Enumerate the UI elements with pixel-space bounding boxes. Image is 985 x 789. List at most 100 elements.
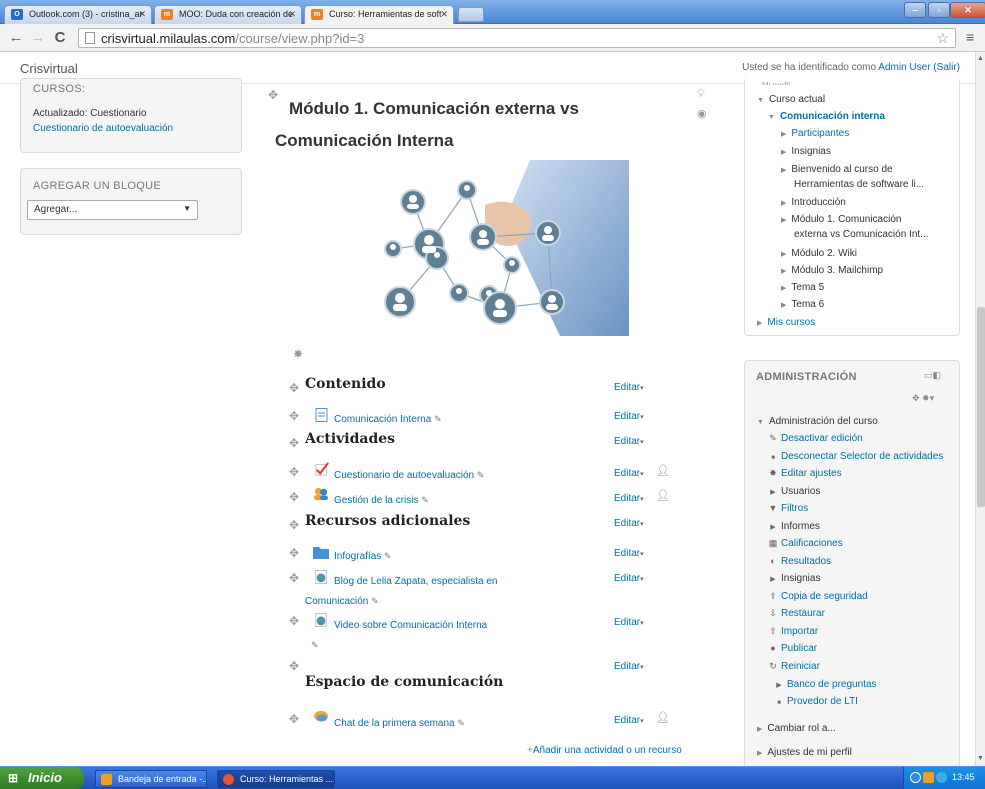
edit-menu[interactable]: Editar▾: [614, 493, 644, 504]
tab-close-icon[interactable]: ✕: [440, 9, 448, 20]
reload-icon[interactable]: C: [52, 29, 68, 46]
admin-importar[interactable]: ⇧ Importar: [768, 625, 818, 638]
block-actions-icon[interactable]: ✥ ✸▾: [912, 393, 934, 404]
browser-menu-icon[interactable]: ≡: [966, 29, 974, 45]
dock-icon[interactable]: ▭◧: [924, 370, 941, 381]
nav-modulo1-line2[interactable]: externa vs Comunicación Int...: [794, 228, 929, 241]
site-name[interactable]: Crisvirtual: [20, 61, 78, 76]
edit-menu[interactable]: Editar▾: [614, 518, 644, 529]
scroll-down-icon[interactable]: ▼: [977, 755, 984, 762]
eye-icon[interactable]: ◉: [697, 107, 707, 120]
activity-cuestionario[interactable]: Cuestionario de autoevaluación ✎: [334, 470, 484, 481]
address-bar[interactable]: crisvirtual.milaulas.com/course/view.php…: [78, 28, 956, 48]
minimize-button[interactable]: –: [904, 2, 926, 18]
person-icon[interactable]: 👤︎: [656, 489, 670, 502]
logout-link[interactable]: (Salir): [933, 62, 960, 73]
admin-ajustes-perfil[interactable]: ▶ Ajustes de mi perfil: [757, 746, 852, 760]
admin-informes[interactable]: ▶ Informes: [768, 520, 820, 534]
close-window-button[interactable]: ✕: [950, 2, 985, 18]
tab-close-icon[interactable]: ✕: [288, 9, 296, 20]
nav-mis-cursos[interactable]: ▶ Mis cursos: [757, 316, 815, 330]
nav-modulo3[interactable]: ▶ Módulo 3. Mailchimp: [781, 264, 883, 278]
admin-restaurar[interactable]: ⇩ Restaurar: [768, 607, 825, 620]
back-arrow-icon[interactable]: ←: [8, 29, 24, 46]
tray-icon-network[interactable]: [936, 772, 947, 783]
person-icon[interactable]: 👤︎: [656, 711, 670, 724]
highlight-bulb-icon[interactable]: 💡︎: [697, 88, 705, 101]
tray-icon-outlook[interactable]: [923, 772, 934, 783]
nav-bienvenido-line2[interactable]: Herramientas de software li...: [794, 178, 924, 191]
activity-infografias[interactable]: Infografías ✎: [334, 551, 392, 562]
move-icon[interactable]: ✥: [289, 614, 299, 628]
edit-menu[interactable]: Editar▾: [614, 382, 644, 393]
move-icon[interactable]: ✥: [289, 381, 299, 395]
edit-menu[interactable]: Editar▾: [614, 715, 644, 726]
nav-participantes[interactable]: ▶ Participantes: [781, 127, 849, 141]
forward-arrow-icon[interactable]: →: [30, 29, 46, 46]
user-link[interactable]: Admin User: [878, 62, 930, 73]
add-block-select[interactable]: Agregar... ▼: [27, 200, 198, 220]
scrollbar-thumb[interactable]: [977, 307, 985, 507]
edit-menu[interactable]: Editar▾: [614, 411, 644, 422]
move-icon[interactable]: ✥: [289, 409, 299, 423]
admin-calificaciones[interactable]: ▦ Calificaciones: [768, 537, 843, 550]
admin-publicar[interactable]: ● Publicar: [768, 642, 817, 655]
admin-desactivar-edicion[interactable]: ✎ Desactivar edición: [768, 432, 863, 445]
edit-menu[interactable]: Editar▾: [614, 468, 644, 479]
activity-chat[interactable]: Chat de la primera semana ✎: [334, 718, 465, 729]
edit-menu[interactable]: Editar▾: [614, 436, 644, 447]
tray-icon-1[interactable]: [910, 772, 921, 783]
admin-reiniciar[interactable]: ↻ Reiniciar: [768, 660, 820, 673]
new-tab-button[interactable]: [458, 7, 484, 22]
quiz-link[interactable]: Cuestionario de autoevaluación: [33, 123, 173, 134]
admin-resultados[interactable]: ◐ Resultados: [768, 555, 831, 568]
move-icon[interactable]: ✥: [289, 546, 299, 560]
nav-insignias[interactable]: ▶ Insignias: [781, 145, 831, 159]
gear-icon[interactable]: ✸: [293, 347, 303, 361]
taskbar-outlook[interactable]: Bandeja de entrada -...: [95, 770, 207, 788]
edit-menu[interactable]: Editar▾: [614, 661, 644, 672]
edit-menu[interactable]: Editar▾: [614, 617, 644, 628]
clock[interactable]: 13:45: [952, 772, 975, 782]
activity-blog-line2[interactable]: Comunicación ✎: [305, 596, 379, 607]
activity-video[interactable]: Video sobre Comunicación Interna: [334, 620, 487, 631]
nav-tema6[interactable]: ▶ Tema 6: [781, 298, 824, 312]
vertical-scrollbar[interactable]: ▲ ▼: [975, 52, 985, 766]
move-icon[interactable]: ✥: [268, 88, 278, 102]
move-icon[interactable]: ✥: [289, 465, 299, 479]
admin-usuarios[interactable]: ▶ Usuarios: [768, 485, 820, 499]
activity-gestion-crisis[interactable]: Gestión de la crisis ✎: [334, 495, 429, 506]
nav-tema5[interactable]: ▶ Tema 5: [781, 281, 824, 295]
person-icon[interactable]: 👤︎: [656, 464, 670, 477]
nav-bienvenido[interactable]: ▶ Bienvenido al curso de: [781, 163, 893, 177]
move-icon[interactable]: ✥: [289, 659, 299, 673]
admin-copia-seguridad[interactable]: ⇪ Copia de seguridad: [768, 590, 868, 603]
nav-course[interactable]: ▼ Comunicación interna: [768, 110, 885, 124]
admin-banco-preguntas[interactable]: ▶ Banco de preguntas: [774, 678, 876, 692]
nav-modulo1[interactable]: ▶ Módulo 1. Comunicación: [781, 213, 901, 227]
pencil-icon[interactable]: ✎: [311, 640, 319, 651]
move-icon[interactable]: ✥: [289, 571, 299, 585]
start-button[interactable]: ⊞ Inicio: [0, 767, 84, 789]
admin-filtros[interactable]: ▼ Filtros: [768, 502, 809, 515]
tab-outlook[interactable]: O Outlook.com (3) - cristina_ar ✕: [4, 5, 152, 24]
activity-blog[interactable]: Blog de Lelia Zapata, especialista en: [334, 576, 497, 587]
edit-menu[interactable]: Editar▾: [614, 573, 644, 584]
nav-introduccion[interactable]: ▶ Introducción: [781, 196, 846, 210]
nav-mi-perfil-cut[interactable]: Mi perfil: [762, 79, 790, 85]
scroll-up-icon[interactable]: ▲: [977, 55, 984, 62]
nav-modulo2[interactable]: ▶ Módulo 2. Wiki: [781, 247, 857, 261]
nav-curso-actual[interactable]: ▼ Curso actual: [757, 93, 825, 107]
admin-lti[interactable]: ■ Provedor de LTI: [774, 695, 858, 710]
add-activity-link[interactable]: +Añadir una actividad o un recurso: [527, 745, 682, 756]
move-icon[interactable]: ✥: [289, 490, 299, 504]
bookmark-star-icon[interactable]: ☆: [936, 30, 949, 47]
tab-close-icon[interactable]: ✕: [138, 9, 146, 20]
taskbar-chrome[interactable]: Curso: Herramientas ...: [217, 770, 335, 788]
activity-comunicacion-interna[interactable]: Comunicación Interna ✎: [334, 414, 442, 425]
tab-moo[interactable]: m MOO: Duda con creación de ✕: [154, 5, 302, 24]
move-icon[interactable]: ✥: [289, 712, 299, 726]
admin-cambiar-rol[interactable]: ▶ Cambiar rol a...: [757, 722, 836, 736]
admin-insignias[interactable]: ▶ Insignias: [768, 572, 820, 586]
admin-editar-ajustes[interactable]: ✸ Editar ajustes: [768, 467, 841, 480]
